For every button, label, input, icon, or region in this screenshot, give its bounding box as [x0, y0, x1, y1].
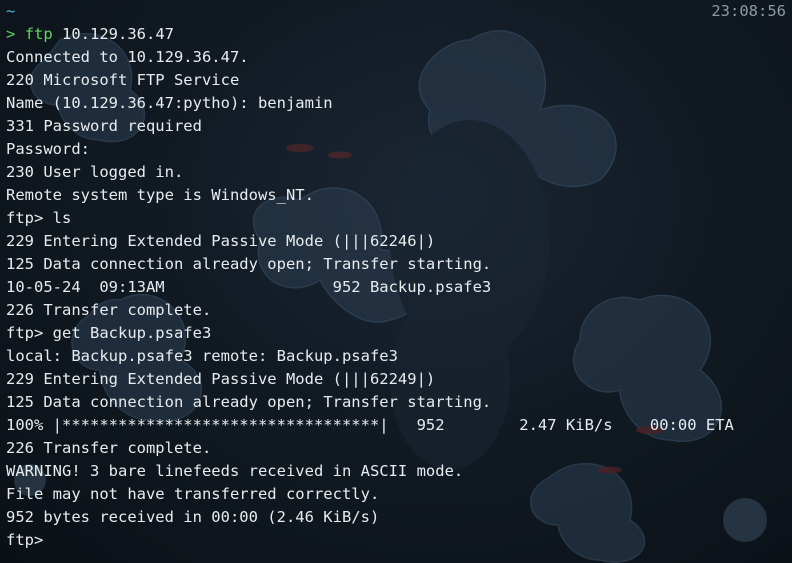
output-line: 10-05-24 09:13AM 952 Backup.psafe3 — [6, 278, 492, 296]
output-line: WARNING! 3 bare linefeeds received in AS… — [6, 462, 464, 480]
command-name: ftp — [24, 25, 53, 43]
prompt-arrow-icon: > — [6, 25, 16, 43]
output-line: 229 Entering Extended Passive Mode (|||6… — [6, 370, 436, 388]
output-line: Password: — [6, 140, 90, 158]
output-line: local: Backup.psafe3 remote: Backup.psaf… — [6, 347, 398, 365]
output-line: ftp> get Backup.psafe3 — [6, 324, 212, 342]
output-line: Connected to 10.129.36.47. — [6, 48, 249, 66]
output-line: 125 Data connection already open; Transf… — [6, 393, 492, 411]
output-line: ftp> ls — [6, 209, 72, 227]
output-line: 220 Microsoft FTP Service — [6, 71, 240, 89]
output-line: 226 Transfer complete. — [6, 301, 212, 319]
output-line: Remote system type is Windows_NT. — [6, 186, 314, 204]
progress-line: 100% |**********************************… — [6, 416, 734, 434]
cwd-indicator: ~ — [6, 2, 16, 20]
output-line: 226 Transfer complete. — [6, 439, 212, 457]
terminal-output: ~ 23:08:56 > ftp 10.129.36.47 Connected … — [6, 0, 786, 552]
status-bar: ~ 23:08:56 — [6, 0, 786, 23]
output-line: 125 Data connection already open; Transf… — [6, 255, 492, 273]
output-line: Name (10.129.36.47:pytho): benjamin — [6, 94, 333, 112]
output-line: 331 Password required — [6, 117, 202, 135]
output-line: 230 User logged in. — [6, 163, 184, 181]
output-line: File may not have transferred correctly. — [6, 485, 380, 503]
output-line: 229 Entering Extended Passive Mode (|||6… — [6, 232, 436, 250]
command-args: 10.129.36.47 — [52, 25, 175, 43]
output-line: 952 bytes received in 00:00 (2.46 KiB/s) — [6, 508, 380, 526]
prompt-line: > ftp 10.129.36.47 — [6, 23, 786, 46]
ftp-prompt-input[interactable]: ftp> — [6, 529, 786, 552]
clock: 23:08:56 — [711, 2, 786, 20]
terminal-window[interactable]: ~ 23:08:56 > ftp 10.129.36.47 Connected … — [0, 0, 792, 563]
